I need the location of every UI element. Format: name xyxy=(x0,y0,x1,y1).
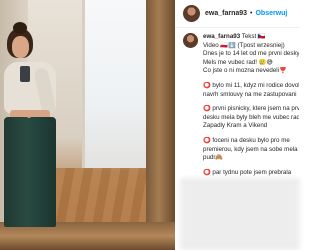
caption-line: ⭕ par tydnu pote jsem prebrala xyxy=(203,168,292,176)
caption-line: Video 🇵🇱⬇️ (Tpost wrzesniej) xyxy=(203,41,285,49)
caption-line: ⭕ foceni na desku bylo pro me xyxy=(203,136,290,144)
avatar[interactable] xyxy=(183,5,200,22)
caption-line: Zapadly Kram a Vikend xyxy=(203,122,268,130)
pants-left-leg xyxy=(4,117,30,227)
header-username[interactable]: ewa_farna93 xyxy=(205,10,247,17)
post-photo xyxy=(0,0,175,250)
phone xyxy=(20,66,30,82)
caption-line: ewa_farna93 Tekst 🇨🇿 xyxy=(203,33,299,42)
caption-line: ⭕ prvni pisnicky, ktere jsem na prvni xyxy=(203,105,299,113)
caption-line: Mels me vubec rad! 🥲😅 xyxy=(203,58,273,66)
hair-bun xyxy=(13,22,27,34)
caption-line: pudr🙈 xyxy=(203,154,224,162)
post-caption: ewa_farna93 Tekst 🇨🇿 Video 🇵🇱⬇️ (Tpost w… xyxy=(183,33,299,177)
person-figure xyxy=(0,0,175,250)
caption-line: Dnes je to 14 let od me prvni desky. xyxy=(203,50,299,58)
caption-line: Co jste o ni mozna nevedeli❣️ xyxy=(203,67,287,75)
caption-line: premierou, kdy jsem na sobe mela xyxy=(203,145,298,153)
pants-right-leg xyxy=(28,117,56,227)
follow-button[interactable]: Obserwuj xyxy=(255,10,287,17)
face xyxy=(12,36,29,58)
post-header: ewa_farna93 • Obserwuj xyxy=(175,0,300,28)
caption-body: ewa_farna93 Tekst 🇨🇿 Video 🇵🇱⬇️ (Tpost w… xyxy=(203,33,299,177)
caption-text: Tekst 🇨🇿 xyxy=(241,33,266,40)
caption-line: ⭕ bylo mi 11, kdyz mi rodice dovolili xyxy=(203,81,299,89)
caption-username[interactable]: ewa_farna93 xyxy=(203,33,240,40)
caption-line: desku mela byly bleh me vubec rad xyxy=(203,113,299,121)
blurred-overlay xyxy=(180,178,300,250)
caption-line: navrh smlouvy na me zastupovani xyxy=(203,90,297,98)
separator-dot: • xyxy=(250,10,253,17)
caption-avatar[interactable] xyxy=(183,33,198,48)
